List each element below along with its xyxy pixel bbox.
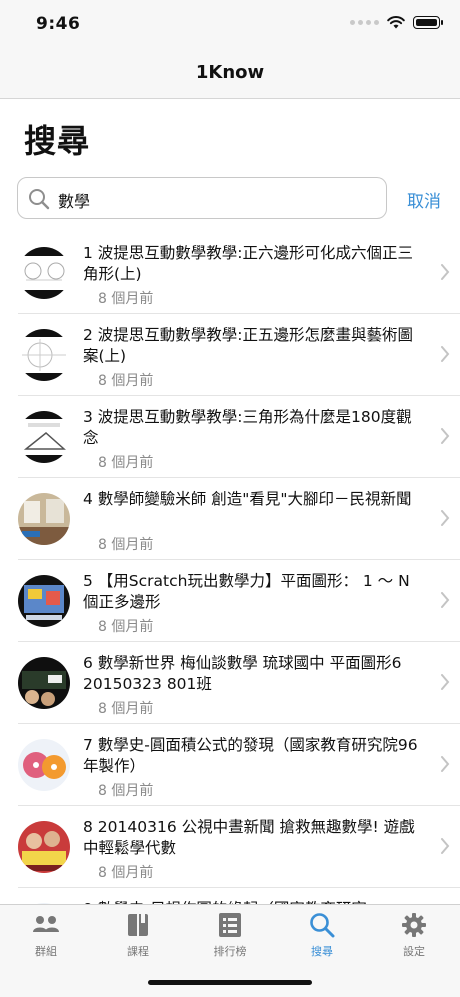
chevron-right-icon [441, 510, 450, 526]
tab-label: 搜尋 [311, 945, 333, 958]
list-item-title: 7 數學史-圓面積公式的發現（國家教育研究院96年製作） [83, 736, 418, 775]
list-item-time: 8 個月前 [98, 865, 154, 881]
list-item-title: 6 數學新世界 梅仙談數學 琉球國中 平面圖形6 20150323 801班 [83, 654, 402, 693]
page-title: 搜尋 [24, 122, 91, 160]
tab-courses[interactable]: 課程 [92, 911, 184, 959]
search-query: 數學 [58, 192, 91, 211]
list-item[interactable]: 8 20140316 公視中晝新聞 搶救無趣數學! 遊戲中輕鬆學代數 8 個月前 [18, 806, 460, 888]
navigation-bar: 1Know [0, 50, 460, 99]
chevron-right-icon [441, 838, 450, 854]
status-bar: 9:46 [0, 0, 460, 50]
tab-label: 設定 [403, 945, 425, 958]
tab-settings[interactable]: 設定 [368, 911, 460, 959]
video-thumbnail [18, 821, 70, 873]
cellular-signal-icon [350, 20, 379, 25]
list-item[interactable]: 6 數學新世界 梅仙談數學 琉球國中 平面圖形6 20150323 801班 8… [18, 642, 460, 724]
list-item-time: 8 個月前 [98, 783, 154, 799]
list-item[interactable]: 3 波提思互動數學教學:三角形為什麼是180度觀念 8 個月前 [18, 396, 460, 478]
list-item-time: 8 個月前 [98, 537, 154, 553]
list-item[interactable]: 1 波提思互動數學教學:正六邊形可化成六個正三角形(上) 8 個月前 [18, 232, 460, 314]
search-icon [310, 913, 335, 938]
wifi-icon [387, 16, 405, 29]
tab-label: 排行榜 [213, 945, 247, 958]
video-thumbnail [18, 411, 70, 463]
list-icon [219, 913, 241, 937]
list-item[interactable]: 5 【用Scratch玩出數學力】平面圖形： 1 ～ N個正多邊形 8 個月前 [18, 560, 460, 642]
status-time: 9:46 [36, 14, 81, 34]
results-list: 1 波提思互動數學教學:正六邊形可化成六個正三角形(上) 8 個月前 2 波提思… [0, 232, 460, 970]
video-thumbnail [18, 247, 70, 299]
video-thumbnail [18, 657, 70, 709]
battery-icon [413, 16, 443, 29]
search-input[interactable]: 數學 [17, 177, 387, 219]
chevron-right-icon [441, 264, 450, 280]
list-item-time: 8 個月前 [98, 373, 154, 389]
chevron-right-icon [441, 674, 450, 690]
list-item-time: 8 個月前 [98, 291, 154, 307]
list-item-title: 3 波提思互動數學教學:三角形為什麼是180度觀念 [83, 408, 412, 447]
book-icon [128, 914, 148, 936]
list-item[interactable]: 2 波提思互動數學教學:正五邊形怎麼畫與藝術圖案(上) 8 個月前 [18, 314, 460, 396]
video-thumbnail [18, 493, 70, 545]
chevron-right-icon [441, 756, 450, 772]
cancel-button[interactable]: 取消 [407, 187, 441, 212]
video-thumbnail [18, 739, 70, 791]
list-item-title: 1 波提思互動數學教學:正六邊形可化成六個正三角形(上) [83, 244, 414, 283]
list-item-time: 8 個月前 [98, 619, 154, 635]
list-item-title: 8 20140316 公視中晝新聞 搶救無趣數學! 遊戲中輕鬆學代數 [83, 818, 415, 857]
chevron-right-icon [441, 346, 450, 362]
nav-title: 1Know [195, 62, 265, 83]
video-thumbnail [18, 575, 70, 627]
list-item-title: 2 波提思互動數學教學:正五邊形怎麼畫與藝術圖案(上) [83, 326, 414, 365]
tab-label: 群組 [35, 945, 57, 958]
list-item-title: 5 【用Scratch玩出數學力】平面圖形： 1 ～ N個正多邊形 [83, 572, 410, 611]
chevron-right-icon [441, 592, 450, 608]
group-icon [33, 916, 59, 932]
tab-label: 課程 [127, 945, 149, 958]
chevron-right-icon [441, 428, 450, 444]
gear-icon [402, 913, 426, 937]
home-indicator [148, 980, 312, 985]
tab-groups[interactable]: 群組 [0, 911, 92, 959]
video-thumbnail [18, 329, 70, 381]
search-icon [29, 189, 50, 210]
list-item-time: 8 個月前 [98, 701, 154, 717]
status-icons [350, 16, 443, 29]
list-item-time: 8 個月前 [98, 455, 154, 471]
tab-ranking[interactable]: 排行榜 [184, 911, 276, 959]
tab-search[interactable]: 搜尋 [276, 911, 368, 959]
list-item-title: 4 數學師變驗米師 創造"看見"大腳印－民視新聞 [83, 490, 412, 508]
list-item[interactable]: 4 數學師變驗米師 創造"看見"大腳印－民視新聞 8 個月前 [18, 478, 460, 560]
list-item[interactable]: 7 數學史-圓面積公式的發現（國家教育研究院96年製作） 8 個月前 [18, 724, 460, 806]
